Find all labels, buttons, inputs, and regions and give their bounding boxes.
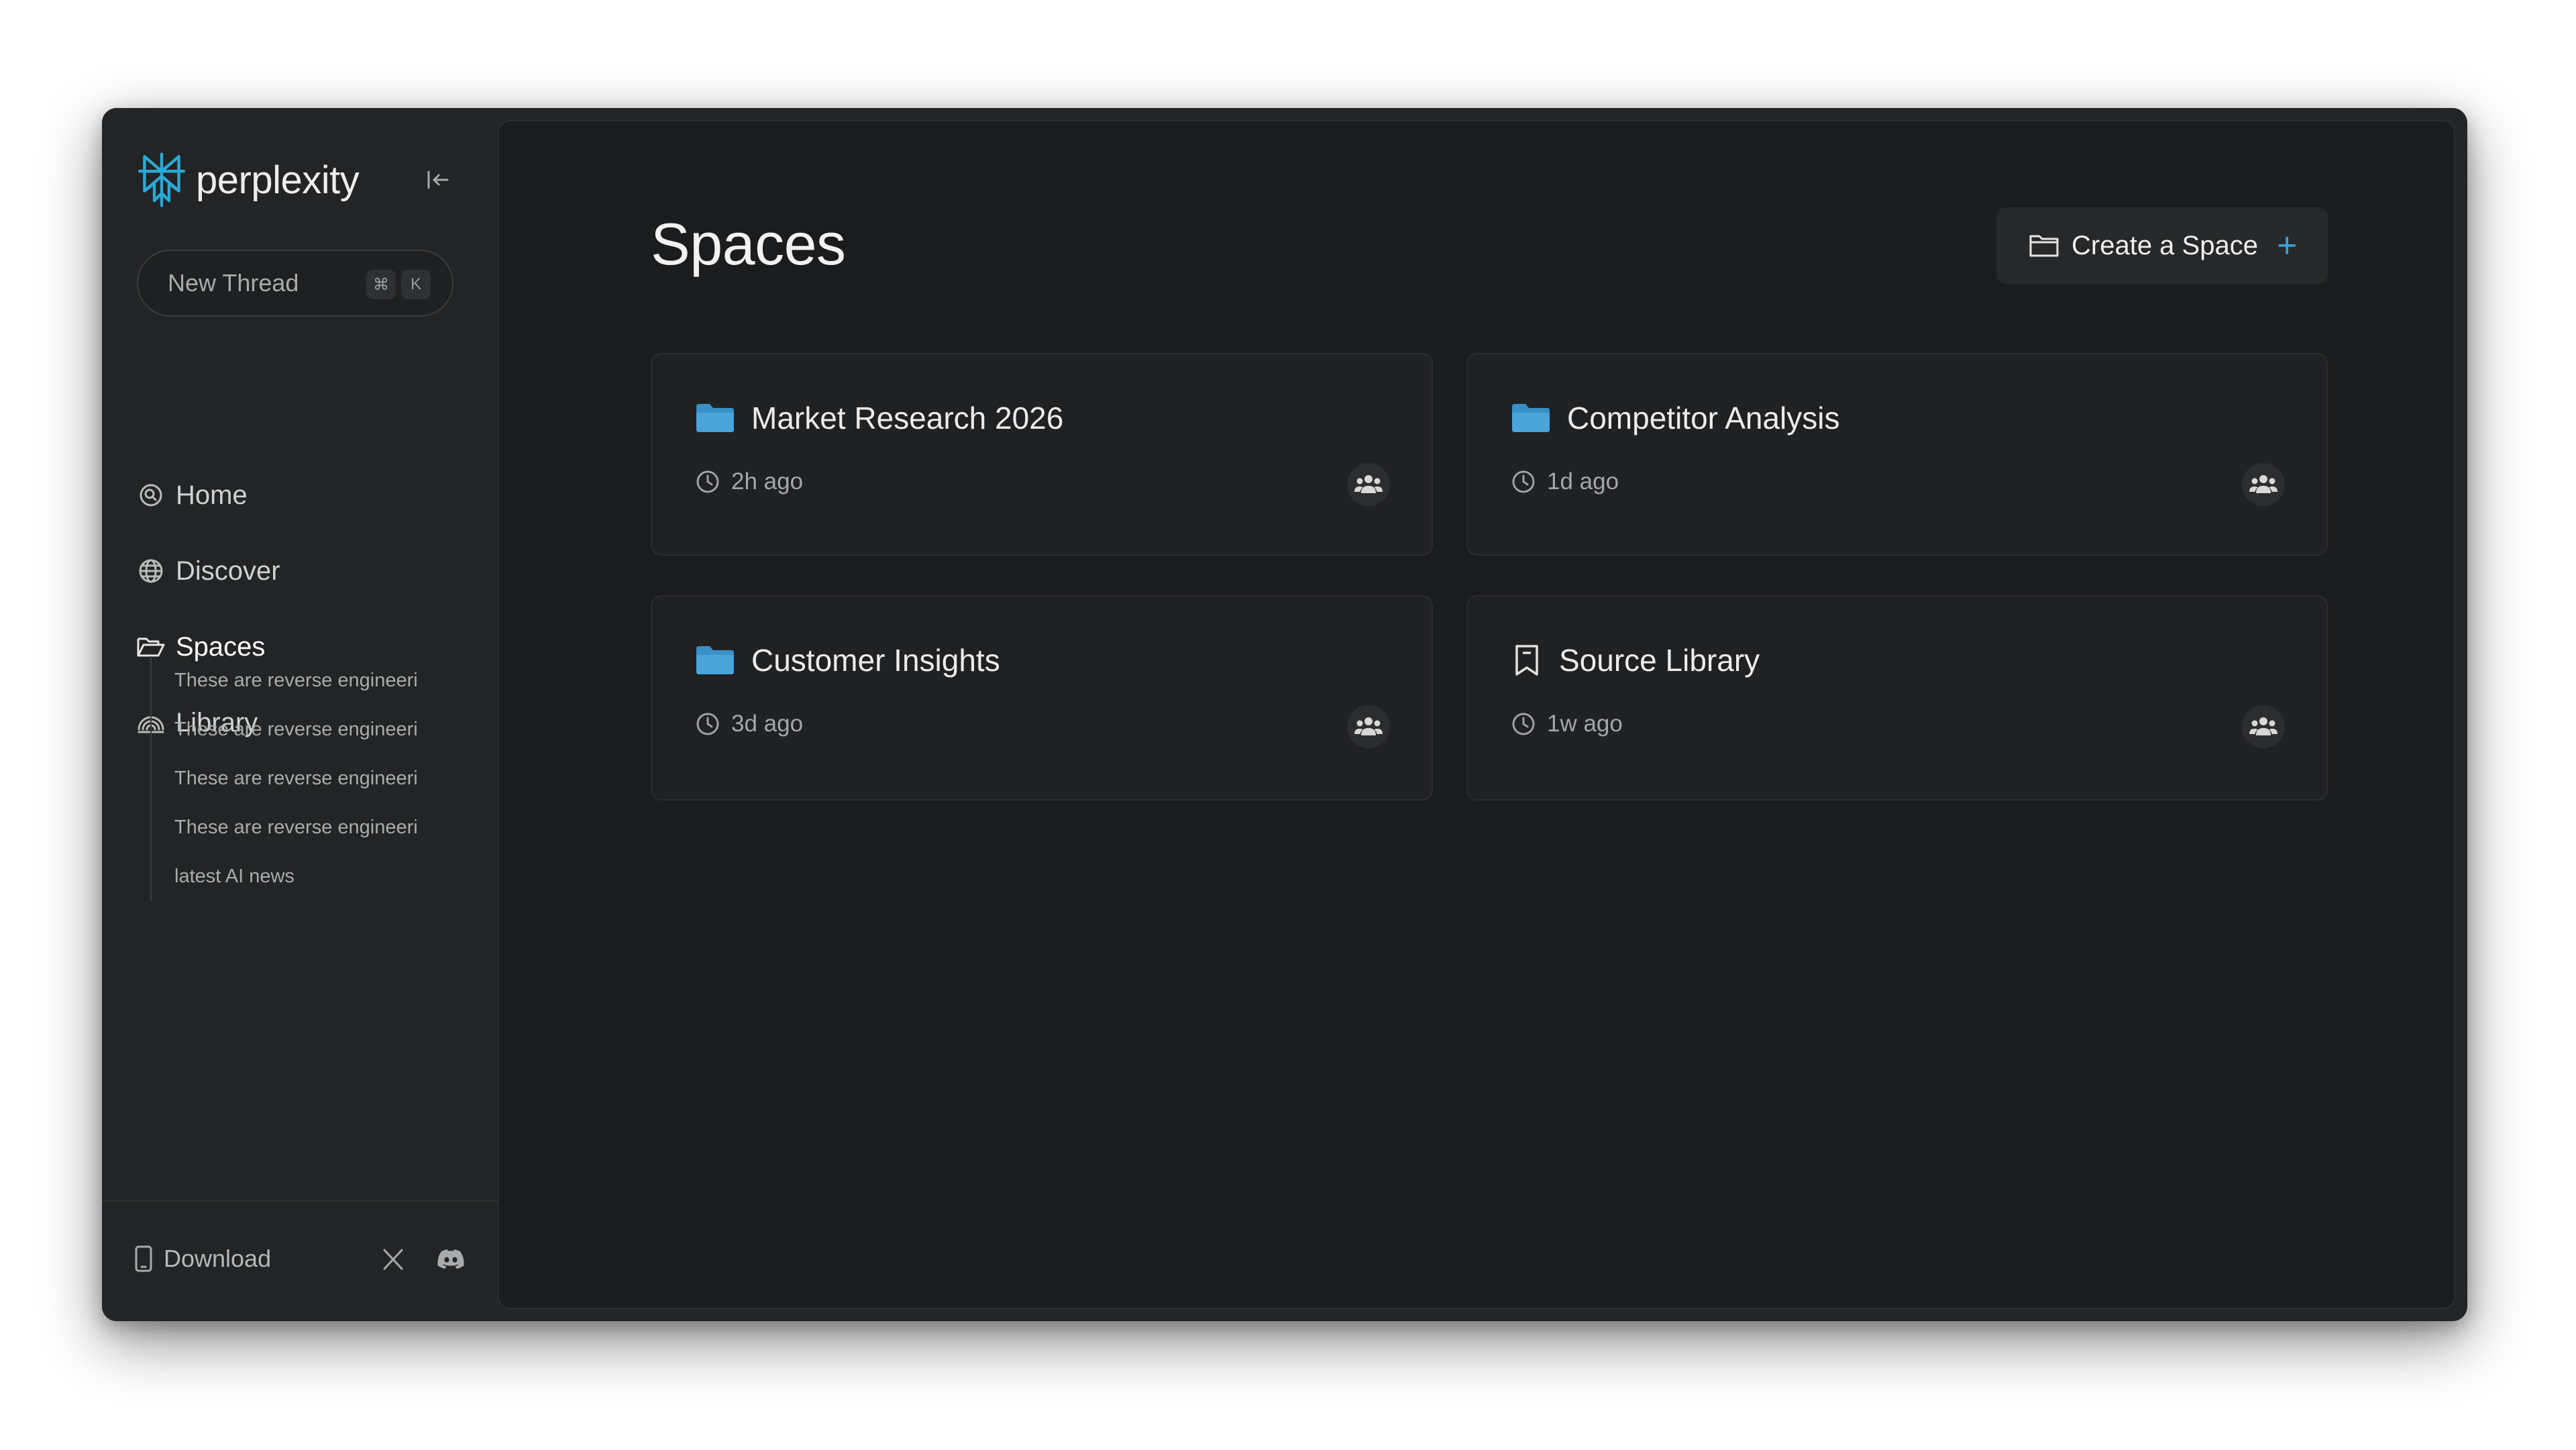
collapse-sidebar-icon <box>427 170 449 189</box>
perplexity-logo-icon <box>138 152 186 207</box>
space-card-market-research[interactable]: Market Research 2026 2h ago <box>651 353 1433 556</box>
folder-icon <box>696 646 734 674</box>
create-space-label: Create a Space <box>2072 230 2258 260</box>
space-updated: 3d ago <box>731 711 804 737</box>
app-window: perplexity New Thread ⌘ K Home Discover … <box>102 108 2467 1321</box>
space-card-source-library[interactable]: Source Library 1w ago <box>1466 595 2328 800</box>
sidebar-item-discover[interactable]: Discover <box>136 544 458 598</box>
sidebar-item-label: Discover <box>176 556 280 586</box>
space-name: Competitor Analysis <box>1567 401 1840 435</box>
share-members-button[interactable] <box>1347 705 1390 748</box>
create-space-button[interactable]: Create a Space + <box>1996 207 2328 284</box>
x-logo-icon <box>383 1249 403 1270</box>
plus-icon: + <box>2276 226 2298 265</box>
collapse-sidebar-button[interactable] <box>421 163 455 197</box>
download-label: Download <box>164 1245 272 1272</box>
clock-icon <box>696 713 719 735</box>
space-card-competitor-analysis[interactable]: Competitor Analysis 1d ago <box>1466 353 2328 556</box>
clock-icon <box>696 470 719 493</box>
library-thread-item[interactable]: These are reverse engineeri <box>152 705 459 754</box>
library-thread-item[interactable]: These are reverse engineeri <box>152 803 459 852</box>
space-name: Market Research 2026 <box>751 401 1064 435</box>
users-icon <box>2249 475 2277 493</box>
download-button[interactable]: Download <box>133 1235 271 1282</box>
share-members-button[interactable] <box>2242 705 2285 748</box>
bookmark-icon <box>1515 645 1538 676</box>
space-updated: 2h ago <box>731 468 804 495</box>
discord-logo-icon <box>437 1249 464 1269</box>
folder-icon <box>696 404 734 432</box>
k-key: K <box>401 270 431 299</box>
library-thread-list: These are reverse engineeri These are re… <box>150 656 459 901</box>
brand-logo[interactable]: perplexity <box>137 150 360 210</box>
new-thread-button[interactable]: New Thread ⌘ K <box>137 250 453 317</box>
space-updated: 1w ago <box>1547 711 1623 737</box>
command-key: ⌘ <box>366 270 396 299</box>
sidebar-footer: Download <box>102 1200 498 1321</box>
folder-outline-icon <box>2029 235 2059 257</box>
share-members-button[interactable] <box>1347 463 1390 506</box>
phone-icon <box>135 1245 152 1272</box>
sidebar: perplexity New Thread ⌘ K Home Discover … <box>102 108 498 1321</box>
library-thread-item[interactable]: These are reverse engineeri <box>152 754 459 803</box>
sidebar-item-home[interactable]: Home <box>136 468 458 522</box>
brand-name: perplexity <box>196 158 360 202</box>
users-icon <box>2249 717 2277 735</box>
space-card-customer-insights[interactable]: Customer Insights 3d ago <box>651 595 1433 800</box>
clock-icon <box>1512 470 1535 493</box>
folder-icon <box>1512 404 1550 432</box>
page-title: Spaces <box>651 211 846 277</box>
library-thread-item[interactable]: These are reverse engineeri <box>152 656 459 705</box>
space-updated: 1d ago <box>1547 468 1619 495</box>
globe-icon <box>136 556 166 586</box>
users-icon <box>1354 717 1383 735</box>
main-content: Spaces Create a Space + Market Research … <box>498 120 2455 1309</box>
search-icon <box>136 480 166 511</box>
sidebar-item-label: Home <box>176 480 248 510</box>
x-twitter-link[interactable] <box>377 1243 409 1276</box>
library-thread-item[interactable]: latest AI news <box>152 852 459 901</box>
discord-link[interactable] <box>435 1243 467 1276</box>
users-icon <box>1354 475 1383 493</box>
clock-icon <box>1512 713 1535 735</box>
space-name: Source Library <box>1559 643 1760 678</box>
shortcut-hint: ⌘ K <box>366 270 431 299</box>
space-name: Customer Insights <box>751 643 1000 678</box>
share-members-button[interactable] <box>2242 463 2285 506</box>
new-thread-label: New Thread <box>168 269 299 297</box>
